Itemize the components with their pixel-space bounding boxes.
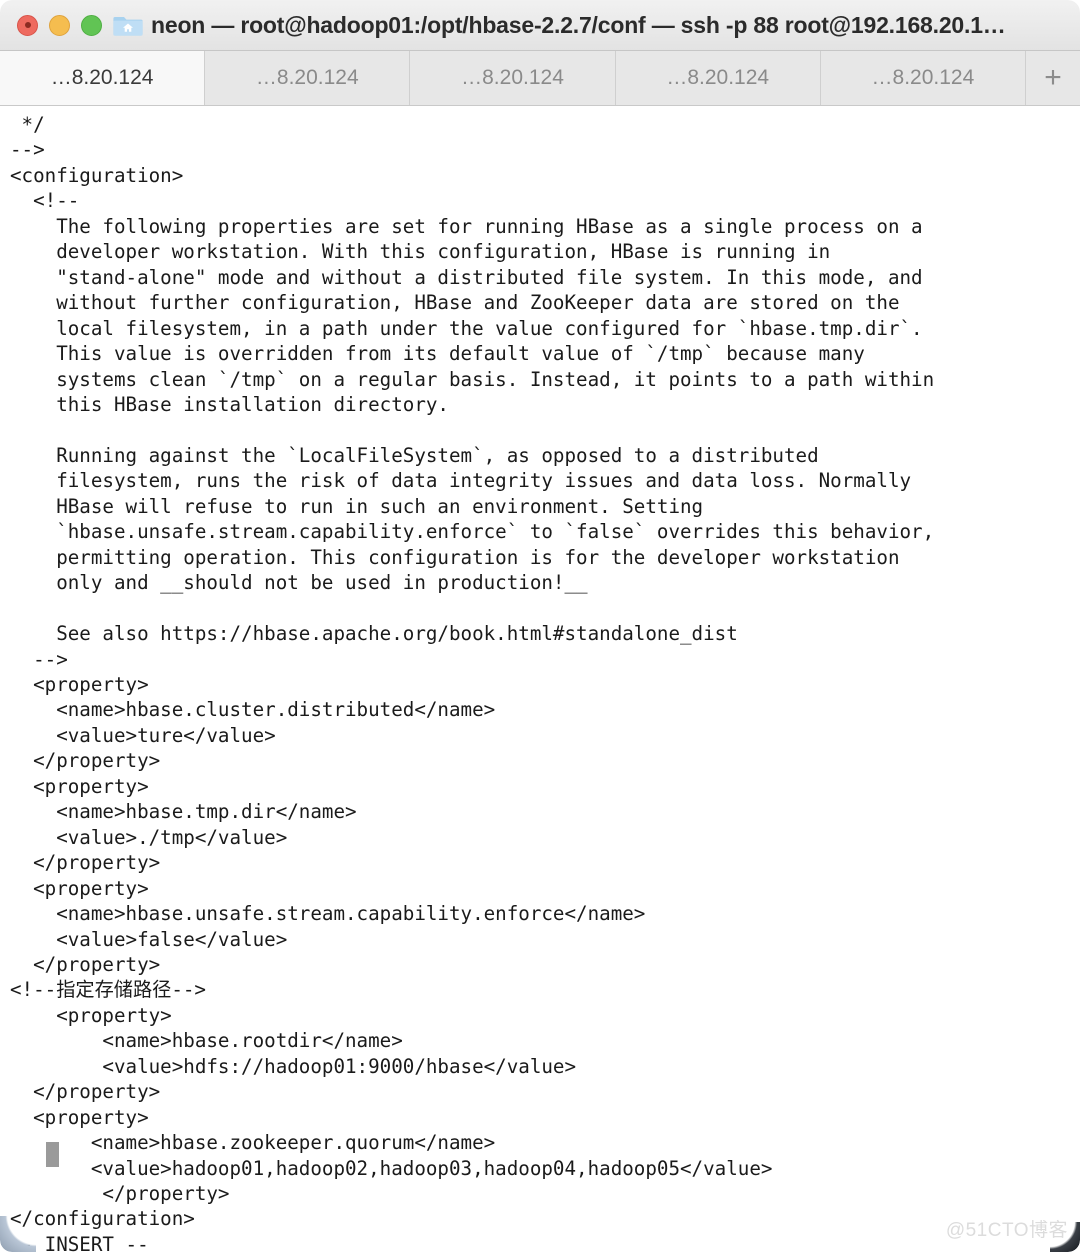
tab-label: …8.20.124 [50, 66, 154, 89]
tab-session-2[interactable]: …8.20.124 [205, 51, 411, 105]
text-cursor [46, 1142, 59, 1167]
tab-session-1[interactable]: …8.20.124 [0, 51, 206, 105]
terminal-content[interactable]: */ --> <configuration> <!-- The followin… [0, 106, 1080, 1252]
tab-session-3[interactable]: …8.20.124 [410, 51, 616, 105]
tab-label: …8.20.124 [255, 66, 359, 89]
vim-mode-line: -- INSERT -- [10, 1232, 149, 1252]
tab-label: …8.20.124 [461, 66, 564, 89]
close-window-button[interactable] [17, 14, 38, 36]
plus-icon: + [1044, 61, 1062, 94]
tab-label: …8.20.124 [666, 66, 770, 89]
vim-buffer-text: */ --> <configuration> <!-- The followin… [10, 113, 935, 1231]
window-title-area: neon — root@hadoop01:/opt/hbase-2.2.7/co… [102, 12, 1080, 39]
tab-label: …8.20.124 [871, 66, 975, 89]
watermark-label: @51CTO博客 [945, 1220, 1068, 1241]
maximize-window-button[interactable] [81, 14, 102, 36]
corner-decoration-left [0, 1216, 36, 1252]
tab-session-5[interactable]: …8.20.124 [820, 51, 1027, 105]
tab-bar: …8.20.124 …8.20.124 …8.20.124 …8.20.124 … [0, 51, 1080, 106]
new-tab-button[interactable]: + [1026, 51, 1080, 105]
folder-home-icon [113, 12, 143, 38]
terminal-window: neon — root@hadoop01:/opt/hbase-2.2.7/co… [0, 0, 1080, 1252]
window-controls [0, 14, 102, 36]
tab-session-4[interactable]: …8.20.124 [615, 51, 821, 105]
minimize-window-button[interactable] [49, 14, 70, 36]
window-title: neon — root@hadoop01:/opt/hbase-2.2.7/co… [151, 11, 1006, 38]
window-titlebar: neon — root@hadoop01:/opt/hbase-2.2.7/co… [0, 0, 1080, 51]
